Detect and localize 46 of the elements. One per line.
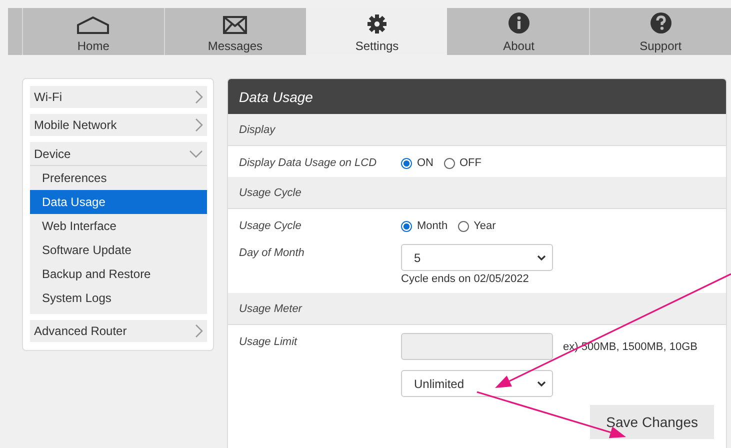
sidebar-subitem[interactable]: Backup and Restore (30, 262, 207, 286)
section-header: Display (228, 114, 726, 146)
field-label: Usage Cycle (239, 219, 302, 232)
field-label: Day of Month (239, 246, 306, 261)
radio-label: Year (474, 220, 496, 232)
cycle-note: Cycle ends on 02/05/2022 (401, 273, 530, 285)
field-label: Display Data Usage on LCD (239, 156, 378, 169)
radio-button[interactable] (401, 158, 412, 168)
envelope-icon (223, 16, 248, 34)
gear-icon (366, 14, 387, 34)
nav-tab[interactable]: Home (22, 8, 164, 55)
radio-button[interactable] (458, 220, 469, 232)
section-header: Usage Meter (228, 293, 726, 325)
chevron-right-icon (195, 324, 203, 338)
nav-tab[interactable]: Settings (306, 8, 448, 55)
caret-icon (537, 380, 546, 386)
dropdown[interactable]: 5 (401, 244, 553, 271)
sidebar-item[interactable]: Device (30, 142, 207, 166)
sidebar-item[interactable]: Mobile Network (30, 114, 207, 136)
nav-tab[interactable]: Support (589, 8, 731, 55)
chevron-down-icon (189, 150, 203, 158)
radio-label: Month (417, 220, 448, 232)
sidebar-subitem[interactable]: Software Update (30, 238, 207, 262)
dropdown[interactable]: Unlimited (401, 370, 553, 397)
chevron-right-icon (195, 90, 203, 104)
save-button[interactable]: Save Changes (590, 405, 714, 439)
sidebar-subitem[interactable]: System Logs (30, 286, 207, 310)
section-header: Usage Cycle (228, 177, 726, 209)
sidebar-item[interactable]: Advanced Router (30, 320, 207, 342)
help-icon (650, 12, 672, 34)
radio-button[interactable] (401, 220, 412, 232)
nav-tab[interactable]: About (447, 8, 590, 55)
sidebar-subitem[interactable]: Data Usage (30, 190, 207, 214)
radio-label: OFF (460, 157, 482, 169)
sidebar-item[interactable]: Wi-Fi (30, 86, 207, 108)
panel-title: Data Usage (228, 79, 726, 114)
caret-icon (537, 254, 546, 260)
info-icon (508, 12, 530, 34)
nav-tab[interactable]: Messages (164, 8, 306, 55)
field-label: Usage Limit (239, 335, 298, 350)
sidebar-subitem[interactable]: Web Interface (30, 214, 207, 238)
sidebar-subitem[interactable]: Preferences (30, 166, 207, 190)
home-icon (76, 16, 110, 34)
radio-button[interactable] (444, 158, 454, 168)
radio-label: ON (417, 157, 434, 169)
chevron-right-icon (195, 118, 203, 132)
